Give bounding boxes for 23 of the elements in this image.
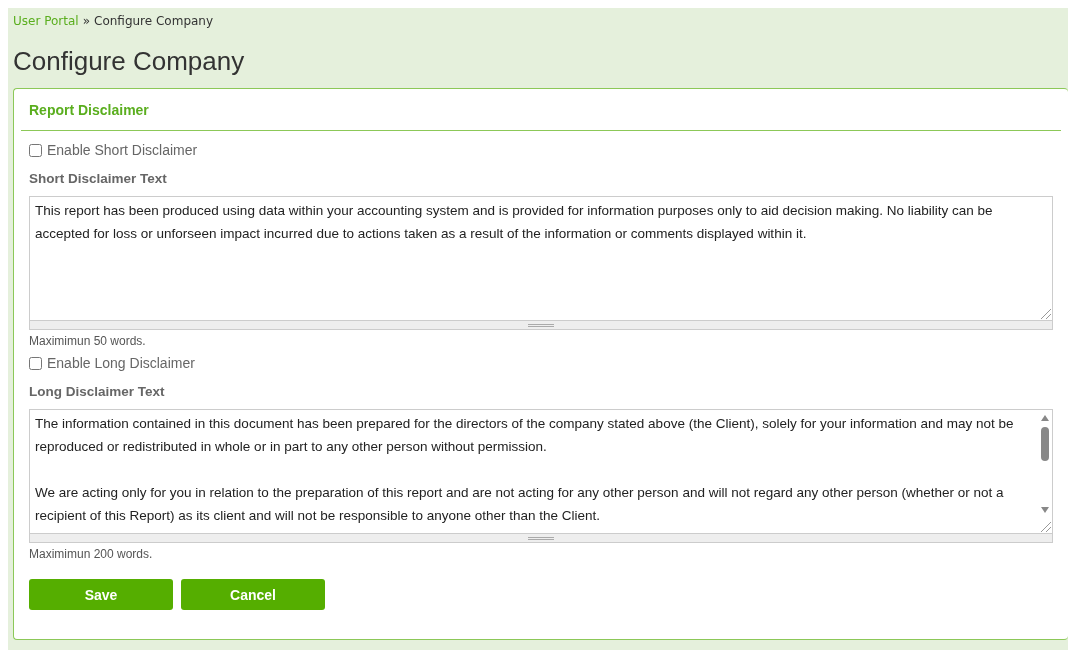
checkbox-label: Enable Short Disclaimer: [47, 142, 198, 158]
breadcrumb-current: Configure Company: [94, 14, 214, 30]
drag-handle-icon[interactable]: [528, 536, 554, 540]
checkbox-label: Enable Long Disclaimer: [47, 355, 195, 371]
drag-handle-icon[interactable]: [528, 323, 554, 327]
action-button[interactable]: Save: [29, 579, 173, 610]
scroll-thumb[interactable]: [1041, 427, 1049, 461]
paragraph: The information contained in this document has been prepared for the directors of the company stated above (the Client), solely for your information and may not be reproduced or redistributed in whole or in part to any other person without permission.: [35, 415, 1015, 456]
page-title: Configure Company: [13, 46, 246, 76]
checkbox[interactable]: [29, 143, 42, 157]
hint-text: Maximimun 50 words.: [29, 334, 147, 348]
paragraph: This report has been produced using data within your accounting system and is provided for information purposes only to aid decision making. No liability can be accepted for loss or unforseen impact incurred due to actions taken as a result of the information or comments displayed within it.: [35, 202, 994, 243]
field-label: Short Disclaimer Text: [29, 171, 168, 186]
paragraph: We are acting only for you in relation to the preparation of this report and are not acting for any other person and will not regard any other person (whether or not a recipient of this Report) as its client and will not be responsible to anyone other than the Client.: [35, 484, 1005, 525]
field-label: Long Disclaimer Text: [29, 384, 166, 399]
breadcrumb-separator: »: [82, 14, 90, 30]
scroll-up-icon[interactable]: [1041, 415, 1049, 421]
action-button[interactable]: Cancel: [181, 579, 325, 610]
checkbox[interactable]: [29, 356, 42, 370]
scroll-down-icon[interactable]: [1041, 507, 1049, 513]
breadcrumb-link[interactable]: User Portal: [13, 14, 79, 30]
panel-heading: Report Disclaimer: [21, 89, 1061, 131]
hint-text: Maximimun 200 words.: [29, 547, 154, 561]
